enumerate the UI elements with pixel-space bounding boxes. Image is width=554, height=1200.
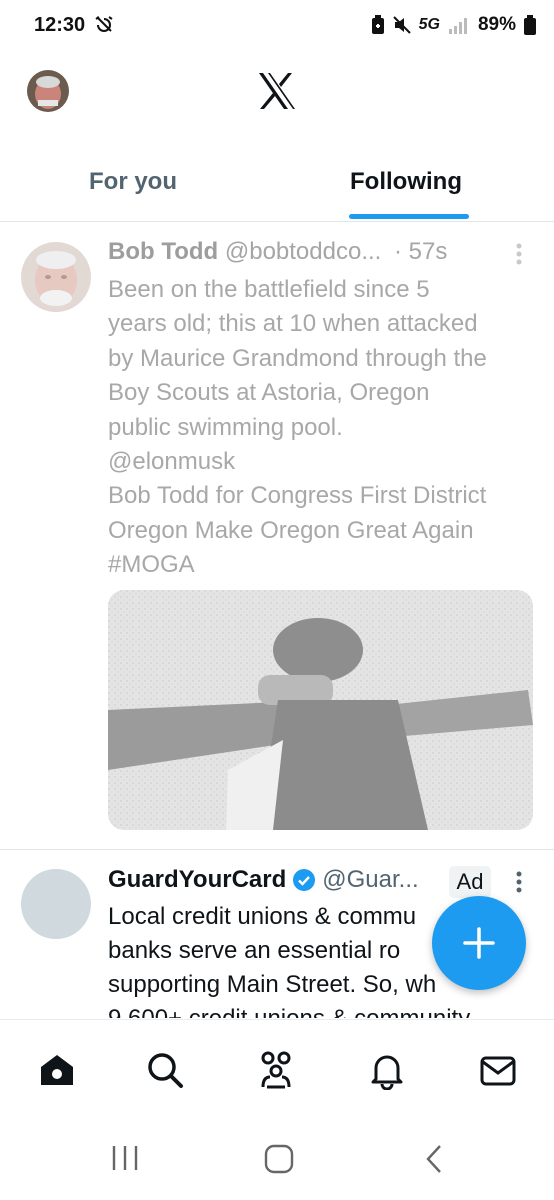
post-text-line: Bob Todd for Congress First District [108, 482, 487, 510]
post-text-line: 9,600+ credit unions & community [108, 1002, 518, 1018]
post-hashtag[interactable]: #MOGA [108, 548, 538, 582]
post-text-line: Oregon Make Oregon Great Again [108, 516, 474, 544]
post-media-image[interactable] [108, 590, 533, 830]
post-header: GuardYourCard @Guar... [108, 866, 419, 894]
notifications-icon[interactable] [367, 1050, 407, 1091]
post-text-line: public swimming pool. [108, 413, 343, 441]
post-more-icon[interactable] [515, 242, 523, 266]
post-author-handle[interactable]: @bobtoddco... [225, 238, 381, 265]
recent-apps-icon[interactable] [110, 1144, 140, 1172]
profile-avatar[interactable] [27, 70, 69, 112]
battery-saver-icon [371, 15, 384, 34]
post-text-line: Boy Scouts at Astoria, Oregon [108, 379, 430, 407]
post-more-icon[interactable] [515, 870, 523, 894]
status-time-text: 12:30 [34, 14, 86, 36]
home-button-icon[interactable] [264, 1144, 294, 1174]
post-author-name[interactable]: Bob Todd [108, 238, 218, 265]
post-divider [0, 849, 554, 850]
network-label: 5G [418, 16, 440, 33]
alarm-off-icon [95, 16, 113, 32]
post-text-line: years old; this at 10 when attacked [108, 310, 478, 338]
home-icon[interactable] [37, 1050, 77, 1090]
mute-icon [392, 16, 411, 34]
messages-icon[interactable] [478, 1050, 518, 1090]
tab-active-indicator [349, 214, 469, 219]
tab-for-you[interactable]: For you [89, 168, 177, 196]
battery-percent: 89% [477, 14, 516, 35]
post-header: Bob Todd @bobtoddco... · 57s [108, 238, 447, 266]
compose-post-button[interactable] [432, 896, 526, 990]
tab-following[interactable]: Following [350, 168, 462, 196]
bottom-navigation [0, 1019, 554, 1100]
communities-icon[interactable] [256, 1050, 296, 1090]
post-author-handle[interactable]: @Guar... [322, 866, 418, 894]
post-text-line: by Maurice Grandmond through the [108, 344, 487, 372]
post-text-line: Been on the battlefield since 5 [108, 276, 430, 303]
x-logo-icon[interactable] [257, 72, 297, 110]
post-author-name[interactable]: GuardYourCard [108, 866, 286, 894]
system-navigation-bar [0, 1100, 554, 1200]
plus-icon [463, 927, 495, 959]
post-avatar[interactable] [21, 869, 91, 939]
search-icon[interactable] [145, 1050, 185, 1090]
post-avatar[interactable] [21, 242, 91, 312]
ad-badge: Ad [449, 866, 491, 898]
post-timestamp: · 57s [394, 238, 448, 265]
status-time: 12:30 [34, 14, 114, 37]
tabs-divider [0, 221, 554, 222]
timeline-tabs: For you Following [0, 150, 554, 220]
status-icons: 5G 89% [371, 14, 536, 36]
back-icon[interactable] [424, 1144, 444, 1174]
verified-badge-icon [293, 869, 316, 891]
post-mention[interactable]: @elonmusk [108, 445, 538, 479]
post-text: Been on the battlefield since 5 years ol… [108, 273, 538, 583]
battery-icon [524, 15, 536, 35]
signal-icon [448, 18, 467, 34]
